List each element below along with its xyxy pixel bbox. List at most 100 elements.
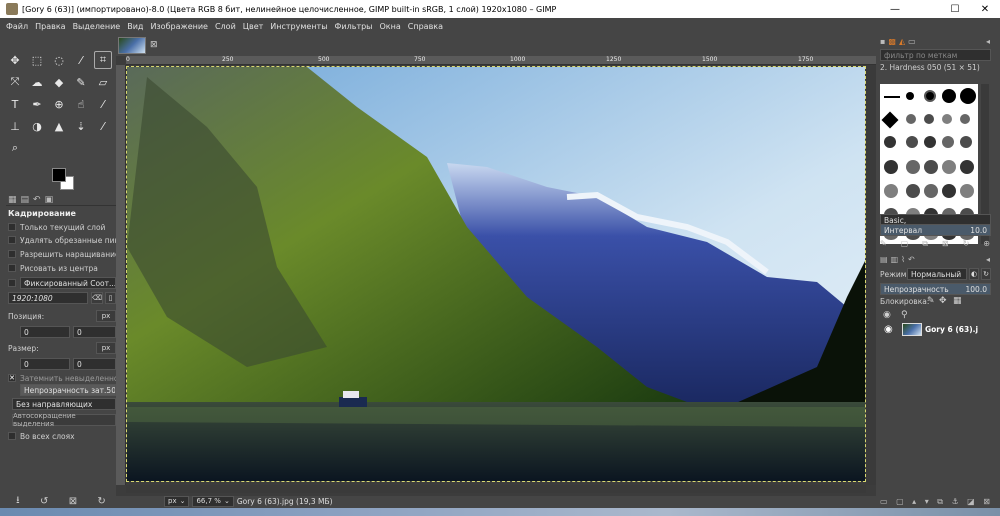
delete-layer-icon[interactable]: ⊠ <box>983 497 990 506</box>
canvas-area[interactable]: 0 250 500 750 1000 1250 1500 1750 <box>116 56 876 496</box>
edit-brush-icon[interactable]: ✎ <box>880 239 887 248</box>
shrink-merged-option[interactable]: Во всех слоях <box>8 430 75 442</box>
align-tool-icon[interactable]: ⇣ <box>72 117 90 135</box>
vertical-ruler[interactable] <box>116 65 126 485</box>
lower-layer-icon[interactable]: ▾ <box>925 497 929 506</box>
image-tab-thumbnail[interactable] <box>118 37 146 54</box>
brush-item-selected[interactable] <box>924 90 936 102</box>
horizontal-scrollbar[interactable] <box>126 485 866 493</box>
brush-item[interactable] <box>906 184 920 198</box>
transform-tool-icon[interactable]: ⤧ <box>6 73 24 91</box>
lock-pixels-icon[interactable]: ✎ <box>927 296 935 306</box>
text-tool-icon[interactable]: T <box>6 95 24 113</box>
layers-tab-icon[interactable]: ▤ <box>880 255 888 264</box>
layer-mask-icon[interactable]: ◪ <box>967 497 975 506</box>
brush-item[interactable] <box>942 184 956 198</box>
duplicate-layer-icon[interactable]: ⧉ <box>937 497 943 507</box>
brush-item[interactable] <box>924 114 934 124</box>
checkbox[interactable] <box>8 279 16 287</box>
checkbox[interactable] <box>8 250 16 258</box>
zoom-select[interactable]: 66,7 % ⌄ <box>192 495 234 507</box>
tool-options-tab-icon[interactable]: ▦ <box>8 195 17 205</box>
fjord-photo-canvas[interactable] <box>126 66 866 482</box>
delete-options-icon[interactable]: ⊠ <box>69 496 77 507</box>
portrait-landscape-icon[interactable]: ▯ <box>105 292 116 304</box>
layer-opacity-slider[interactable]: Непрозрачность 100.0 <box>880 283 991 295</box>
checked-icon[interactable]: ✕ <box>8 374 16 382</box>
open-brush-editor-icon[interactable]: ⊕ <box>983 239 990 248</box>
position-y-input[interactable]: 0 <box>73 326 116 338</box>
menu-file[interactable]: Файл <box>6 22 28 31</box>
delete-cropped-option[interactable]: Удалять обрезанные пиксе <box>8 234 128 246</box>
device-status-tab-icon[interactable]: ▤ <box>21 195 30 205</box>
clone-tool-icon[interactable]: ⊕ <box>50 95 68 113</box>
brush-item[interactable] <box>884 184 898 198</box>
brush-item[interactable] <box>881 111 899 129</box>
layer-mode-reset-icon[interactable]: ↻ <box>981 268 991 280</box>
brush-item[interactable] <box>942 114 952 124</box>
auto-shrink-button[interactable]: Автосокращение выделения <box>12 412 116 428</box>
zoom-tool-icon[interactable]: ⌕ <box>6 139 24 157</box>
checkbox[interactable] <box>8 223 16 231</box>
highlight-opacity-slider[interactable]: Непрозрачность зат.50.0 <box>20 384 116 396</box>
guides-select[interactable]: Без направляющих <box>12 398 116 410</box>
crop-tool-icon[interactable]: ⌗ <box>94 51 112 69</box>
menu-edit[interactable]: Правка <box>35 22 65 31</box>
channels-tab-icon[interactable]: ▥ <box>891 255 899 264</box>
measure-tool-icon[interactable]: ▲ <box>50 117 68 135</box>
composite-mode-icon[interactable]: ◐ <box>969 268 979 280</box>
brush-item[interactable] <box>906 114 916 124</box>
reset-options-icon[interactable]: ↻ <box>97 496 105 507</box>
airbrush-tool-icon[interactable]: ⁄ <box>94 117 112 135</box>
patterns-tab-icon[interactable]: ▩ <box>888 37 896 46</box>
fixed-mode-select[interactable]: Фиксированный Соот... <box>20 277 116 289</box>
size-height-input[interactable]: 0 <box>73 358 116 370</box>
eraser-tool-icon[interactable]: ▱ <box>94 73 112 91</box>
expand-from-center-option[interactable]: Рисовать из центра <box>8 262 98 274</box>
fonts-tab-icon[interactable]: ◭ <box>899 37 905 46</box>
menu-filters[interactable]: Фильтры <box>335 22 373 31</box>
brush-item[interactable] <box>884 96 900 98</box>
allow-growing-option[interactable]: Разрешить наращивание <box>8 248 120 260</box>
warp-tool-icon[interactable]: ☁ <box>28 73 46 91</box>
brush-item[interactable] <box>906 136 918 148</box>
close-image-icon[interactable]: ⊠ <box>150 40 158 50</box>
dock-menu-icon[interactable]: ◂ <box>986 255 994 264</box>
new-layer-group-icon[interactable]: ▭ <box>880 497 888 506</box>
menu-layer[interactable]: Слой <box>215 22 236 31</box>
brush-item[interactable] <box>960 114 970 124</box>
close-button[interactable]: ✕ <box>970 0 1000 18</box>
lock-position-icon[interactable]: ✥ <box>939 296 947 306</box>
restore-options-icon[interactable]: ↺ <box>40 496 48 507</box>
layer-item[interactable]: ◉ Gory 6 (63).j <box>880 321 992 337</box>
lasso-tool-icon[interactable]: ◌ <box>50 51 68 69</box>
checkbox[interactable] <box>8 432 16 440</box>
move-tool-icon[interactable]: ✥ <box>6 51 24 69</box>
fuzzy-select-tool-icon[interactable]: ⁄ <box>72 51 90 69</box>
menu-windows[interactable]: Окна <box>380 22 401 31</box>
gradients-tab-icon[interactable]: ▭ <box>908 37 916 46</box>
fg-bg-color-selector[interactable] <box>52 168 78 192</box>
size-width-input[interactable]: 0 <box>20 358 70 370</box>
refresh-brushes-icon[interactable]: ↻ <box>963 239 970 248</box>
paintbrush-tool-icon[interactable]: ✎ <box>72 73 90 91</box>
brush-item[interactable] <box>906 160 920 174</box>
anchor-layer-icon[interactable]: ⚓ <box>951 497 958 506</box>
brush-item[interactable] <box>924 160 938 174</box>
images-tab-icon[interactable]: ▣ <box>45 195 54 205</box>
dock-menu-icon[interactable]: ◂ <box>986 37 994 46</box>
brush-item[interactable] <box>960 184 974 198</box>
checkbox[interactable] <box>8 236 16 244</box>
undo-tab-icon[interactable]: ↶ <box>908 255 915 264</box>
lock-alpha-icon[interactable]: ▦ <box>953 296 962 306</box>
paths-tool-icon[interactable]: ✒ <box>28 95 46 113</box>
brush-item[interactable] <box>942 89 956 103</box>
brush-item[interactable] <box>960 160 974 174</box>
brush-item[interactable] <box>884 136 896 148</box>
menu-tools[interactable]: Инструменты <box>270 22 327 31</box>
smudge-tool-icon[interactable]: ☝ <box>72 95 90 113</box>
vertical-scrollbar[interactable] <box>866 65 876 485</box>
menu-image[interactable]: Изображение <box>150 22 208 31</box>
rect-select-tool-icon[interactable]: ⬚ <box>28 51 46 69</box>
dodge-tool-icon[interactable]: ◑ <box>28 117 46 135</box>
